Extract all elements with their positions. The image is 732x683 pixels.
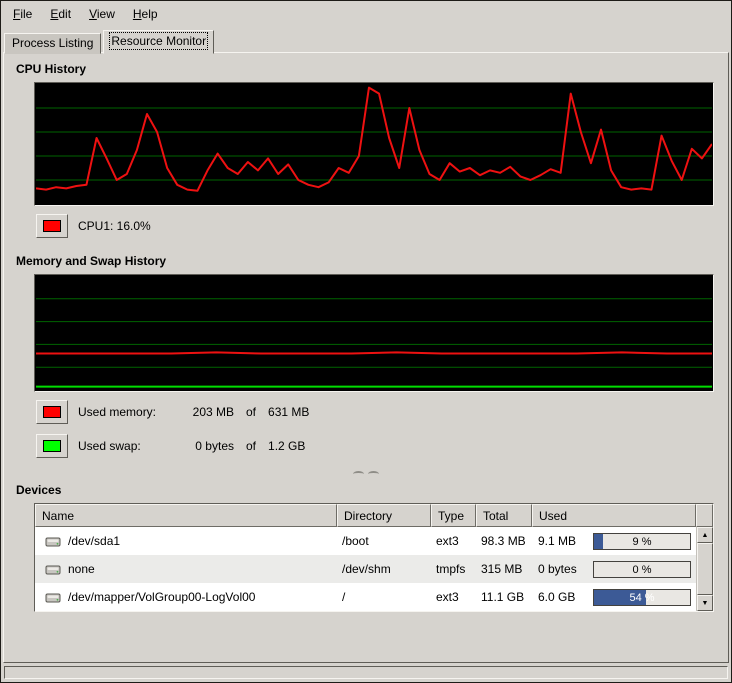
swap-used-value: 0 bytes — [172, 439, 234, 453]
memory-color-swatch — [43, 406, 61, 418]
tab-resource-monitor[interactable]: Resource Monitor — [103, 30, 214, 54]
column-header-directory[interactable]: Directory — [337, 504, 431, 527]
device-used: 0 bytes — [538, 562, 577, 576]
device-directory: /boot — [337, 534, 431, 548]
cpu-color-swatch-button[interactable] — [36, 214, 68, 238]
down-arrow-icon: ▼ — [702, 600, 709, 607]
tab-bar: Process ListingResource Monitor — [1, 26, 731, 52]
device-total: 98.3 MB — [476, 534, 532, 548]
memory-legend: Used memory: 203 MB of 631 MB — [36, 400, 718, 424]
tab-process-listing[interactable]: Process Listing — [4, 33, 101, 54]
drive-icon — [45, 591, 61, 604]
device-row[interactable]: /dev/sda1 /boot ext3 98.3 MB 9.1 MB 9 % — [35, 527, 696, 555]
device-directory: /dev/shm — [337, 562, 431, 576]
device-row[interactable]: /dev/mapper/VolGroup00-LogVol00 / ext3 1… — [35, 583, 696, 611]
swap-color-swatch-button[interactable] — [36, 434, 68, 458]
column-header-used[interactable]: Used — [532, 504, 696, 527]
resource-monitor-page: CPU History CPU1: 16.0% Memory and Swap … — [3, 52, 729, 663]
menu-item-view[interactable]: View — [80, 4, 124, 24]
swap-color-swatch — [43, 440, 61, 452]
usage-percent-label: 54 % — [594, 590, 690, 605]
memory-legend-label: Used memory: — [78, 405, 172, 419]
grip-arc-icon — [368, 471, 379, 477]
cpu-history-graph — [35, 83, 713, 205]
devices-table-body: /dev/sda1 /boot ext3 98.3 MB 9.1 MB 9 % … — [35, 527, 696, 611]
device-used: 6.0 GB — [538, 590, 575, 604]
device-type: ext3 — [431, 590, 476, 604]
memory-swap-history-title: Memory and Swap History — [16, 254, 718, 268]
device-name: /dev/mapper/VolGroup00-LogVol00 — [68, 590, 255, 604]
cpu-legend-label: CPU1: 16.0% — [78, 219, 151, 233]
device-type: ext3 — [431, 534, 476, 548]
column-header-spacer — [696, 504, 713, 527]
column-header-type[interactable]: Type — [431, 504, 476, 527]
vertical-scrollbar[interactable]: ▲ ▼ — [696, 527, 713, 611]
cpu-history-graph-frame — [34, 82, 714, 206]
usage-percent-label: 9 % — [594, 534, 690, 549]
system-monitor-window: FileEditViewHelp Process ListingResource… — [0, 0, 732, 683]
column-header-total[interactable]: Total — [476, 504, 532, 527]
menu-item-help[interactable]: Help — [124, 4, 167, 24]
swap-legend-label: Used swap: — [78, 439, 172, 453]
swap-of-text: of — [246, 439, 256, 453]
memory-total-value: 631 MB — [268, 405, 309, 419]
memory-swap-graph-frame — [34, 274, 714, 392]
usage-percent-label: 0 % — [594, 562, 690, 577]
memory-of-text: of — [246, 405, 256, 419]
memory-used-value: 203 MB — [172, 405, 234, 419]
cpu-color-swatch — [43, 220, 61, 232]
column-header-name[interactable]: Name — [35, 504, 337, 527]
menubar: FileEditViewHelp — [1, 1, 731, 26]
up-arrow-icon: ▲ — [702, 532, 709, 539]
device-total: 11.1 GB — [476, 590, 532, 604]
device-total: 315 MB — [476, 562, 532, 576]
swap-total-value: 1.2 GB — [268, 439, 305, 453]
scrollbar-down-button[interactable]: ▼ — [697, 595, 713, 611]
scrollbar-up-button[interactable]: ▲ — [697, 527, 713, 543]
swap-legend: Used swap: 0 bytes of 1.2 GB — [36, 434, 718, 458]
grip-arc-icon — [353, 471, 364, 477]
memory-swap-graph — [35, 275, 713, 391]
menu-item-edit[interactable]: Edit — [41, 4, 80, 24]
devices-table: Name Directory Type Total Used /dev/sda1… — [34, 503, 714, 612]
memory-color-swatch-button[interactable] — [36, 400, 68, 424]
device-type: tmpfs — [431, 562, 476, 576]
usage-progress-bar: 54 % — [593, 589, 691, 606]
cpu-legend: CPU1: 16.0% — [36, 214, 718, 238]
pane-resize-grip[interactable] — [14, 468, 718, 480]
devices-table-header: Name Directory Type Total Used — [35, 504, 713, 527]
scrollbar-thumb[interactable] — [697, 543, 713, 595]
usage-progress-bar: 9 % — [593, 533, 691, 550]
devices-title: Devices — [16, 483, 718, 497]
device-directory: / — [337, 590, 431, 604]
device-used: 9.1 MB — [538, 534, 576, 548]
device-row[interactable]: none /dev/shm tmpfs 315 MB 0 bytes 0 % — [35, 555, 696, 583]
device-name: none — [68, 562, 95, 576]
drive-icon — [45, 563, 61, 576]
usage-progress-bar: 0 % — [593, 561, 691, 578]
cpu-history-title: CPU History — [16, 62, 718, 76]
device-name: /dev/sda1 — [68, 534, 120, 548]
drive-icon — [45, 535, 61, 548]
menu-item-file[interactable]: File — [4, 4, 41, 24]
statusbar — [4, 666, 728, 679]
